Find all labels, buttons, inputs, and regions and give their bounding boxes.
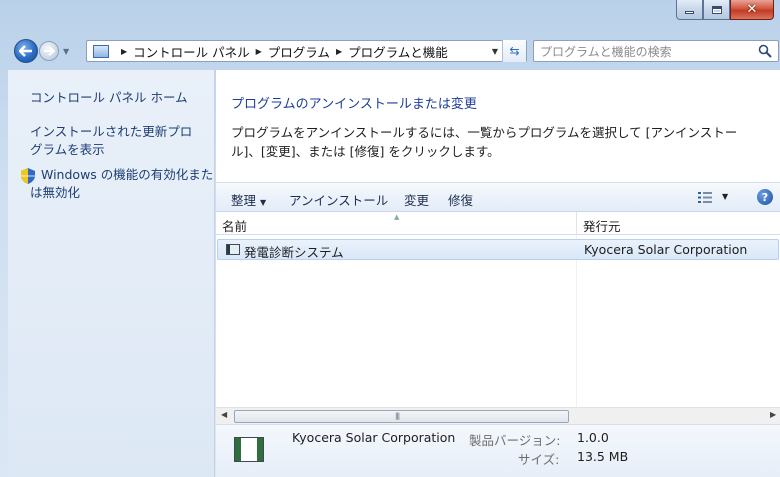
close-button[interactable]: ✕ xyxy=(730,0,774,20)
link-control-panel-home[interactable]: コントロール パネル ホーム xyxy=(30,89,188,107)
task-pane: コントロール パネル ホーム インストールされた更新プロ グラムを表示 Wind… xyxy=(8,70,215,477)
change-button[interactable]: 変更 xyxy=(404,190,429,209)
close-icon: ✕ xyxy=(746,2,758,17)
maximize-icon xyxy=(711,5,722,14)
shield-icon xyxy=(21,168,35,184)
scroll-left-icon[interactable]: ◀ xyxy=(221,410,227,419)
navigation-bar: ▼ ▶ コントロール パネル ▶ プログラム ▶ プログラムと機能 ▼ ⇆ プロ… xyxy=(0,35,780,67)
details-publisher: Kyocera Solar Corporation xyxy=(292,430,456,445)
column-header-name[interactable]: 名前 xyxy=(222,216,247,235)
view-options-dropdown-icon[interactable]: ▼ xyxy=(722,192,728,201)
link-windows-features-line1[interactable]: Windows の機能の有効化また xyxy=(41,166,213,184)
chevron-right-icon[interactable]: ▶ xyxy=(336,47,342,56)
breadcrumb-control-panel[interactable]: コントロール パネル xyxy=(133,42,249,61)
program-list: 発電診断システム Kyocera Solar Corporation xyxy=(216,235,780,407)
repair-button[interactable]: 修復 xyxy=(448,190,473,209)
help-icon: ? xyxy=(761,190,769,204)
back-button[interactable] xyxy=(14,39,38,63)
forward-arrow-icon xyxy=(44,46,55,56)
table-row[interactable]: 発電診断システム Kyocera Solar Corporation xyxy=(217,239,779,260)
column-header-row: ▲ 名前 発行元 xyxy=(216,212,780,235)
refresh-button[interactable]: ⇆ xyxy=(502,40,526,62)
minimize-button[interactable] xyxy=(676,0,703,20)
help-button[interactable]: ? xyxy=(757,189,773,205)
address-dropdown-icon[interactable]: ▼ xyxy=(492,47,498,56)
details-size-label: サイズ: xyxy=(518,452,560,467)
forward-button[interactable] xyxy=(39,41,59,61)
column-divider xyxy=(576,235,577,407)
link-view-installed-updates-line2[interactable]: グラムを表示 xyxy=(30,141,105,159)
content-pane: プログラムのアンインストールまたは変更 プログラムをアンインストールするには、一… xyxy=(216,70,780,477)
details-version-label: 製品バージョン: xyxy=(469,433,561,448)
program-name: 発電診断システム xyxy=(244,245,344,260)
uninstall-button[interactable]: アンインストール xyxy=(289,190,388,209)
organize-label: 整理 xyxy=(231,193,257,208)
search-icon[interactable] xyxy=(758,44,772,58)
breadcrumb-programs-and-features[interactable]: プログラムと機能 xyxy=(348,42,448,61)
search-placeholder: プログラムと機能の検索 xyxy=(540,44,672,59)
details-size-value: 13.5 MB xyxy=(577,449,629,464)
search-input[interactable]: プログラムと機能の検索 xyxy=(533,40,779,62)
page-title: プログラムのアンインストールまたは変更 xyxy=(231,97,477,112)
chevron-right-icon[interactable]: ▶ xyxy=(256,47,262,56)
window-controls: ✕ xyxy=(676,0,774,21)
breadcrumb-programs[interactable]: プログラム xyxy=(268,42,330,61)
sort-ascending-icon: ▲ xyxy=(394,213,400,221)
recent-pages-dropdown-icon[interactable]: ▼ xyxy=(63,47,69,56)
page-description: プログラムをアンインストールするには、一覧からプログラムを選択して [アンインス… xyxy=(231,123,761,161)
chevron-right-icon[interactable]: ▶ xyxy=(121,47,127,56)
link-view-installed-updates-line1[interactable]: インストールされた更新プロ xyxy=(30,123,192,141)
control-panel-icon xyxy=(93,44,109,58)
column-divider[interactable] xyxy=(576,212,577,235)
back-arrow-icon xyxy=(19,45,32,57)
grip-icon: ||| xyxy=(395,412,400,420)
program-publisher: Kyocera Solar Corporation xyxy=(584,242,748,257)
description-line-1: プログラムをアンインストールするには、一覧からプログラムを選択して [アンインス… xyxy=(231,125,738,140)
organize-button[interactable]: 整理 ▼ xyxy=(231,190,266,209)
link-windows-features-line2[interactable]: は無効化 xyxy=(30,184,80,202)
maximize-button[interactable] xyxy=(703,0,730,20)
application-large-icon xyxy=(234,437,264,462)
application-icon xyxy=(226,244,240,255)
description-line-2: ル]、[変更]、または [修復] をクリックします。 xyxy=(231,144,500,159)
address-bar[interactable]: ▶ コントロール パネル ▶ プログラム ▶ プログラムと機能 ▼ ⇆ xyxy=(86,40,527,62)
view-details-icon[interactable] xyxy=(698,192,712,203)
chevron-down-icon: ▼ xyxy=(260,198,267,207)
scrollbar-thumb[interactable]: ||| xyxy=(234,410,569,423)
column-header-publisher[interactable]: 発行元 xyxy=(583,216,621,235)
command-bar: 整理 ▼ アンインストール 変更 修復 ▼ ? xyxy=(216,182,780,212)
details-pane: Kyocera Solar Corporation 製品バージョン: 1.0.0… xyxy=(216,424,780,477)
horizontal-scrollbar[interactable]: ◀ ||| ▶ xyxy=(216,407,780,424)
window-frame: ✕ ▼ ▶ コントロール パネル ▶ プログラム ▶ プログラムと機能 ▼ ⇆ … xyxy=(0,0,780,477)
scroll-right-icon[interactable]: ▶ xyxy=(770,410,776,419)
refresh-icon: ⇆ xyxy=(509,44,520,58)
details-version-value: 1.0.0 xyxy=(577,430,609,445)
minimize-icon xyxy=(685,11,694,14)
